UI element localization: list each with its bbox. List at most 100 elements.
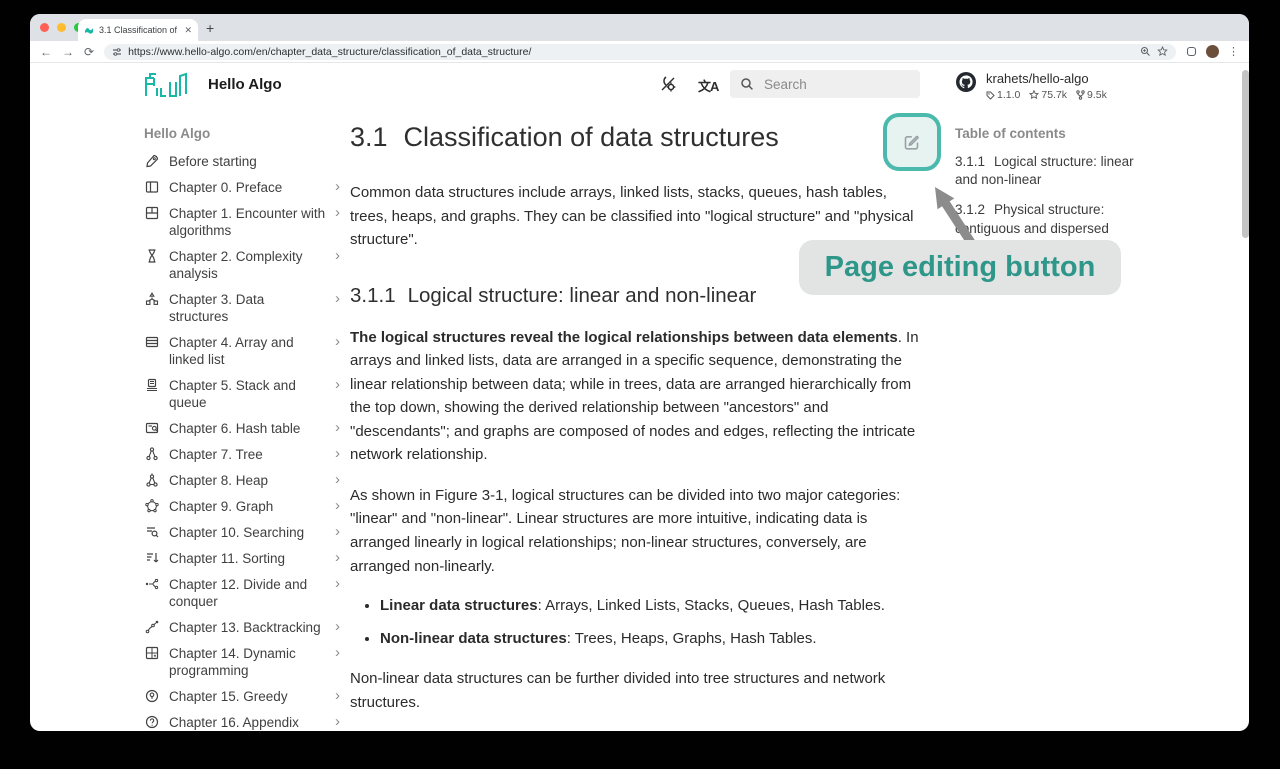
sidebar-item-chapter-15[interactable]: Chapter 15. Greedy: [144, 688, 340, 705]
search-input[interactable]: [762, 76, 892, 93]
url-bar: ← → ⟳ https://www.hello-algo.com/en/chap…: [30, 41, 1249, 63]
zoom-icon[interactable]: [1140, 46, 1151, 57]
github-repo-link[interactable]: krahets/hello-algo 1.1.0 75.7k 9.5k: [955, 71, 1107, 101]
nodes-icon: [144, 291, 160, 307]
address-bar[interactable]: https://www.hello-algo.com/en/chapter_da…: [104, 44, 1176, 60]
tab-strip: 3.1 Classification of data stru: [30, 14, 1249, 41]
site-header: Hello Algo krahets/hello-algo 1.1.0 75.7…: [30, 64, 1249, 106]
minimize-window-button[interactable]: [57, 23, 66, 32]
chevron-right-icon[interactable]: [335, 291, 340, 306]
profile-avatar[interactable]: [1206, 45, 1219, 58]
edit-page-icon: [901, 131, 923, 153]
toc-title: Table of contents: [955, 126, 1137, 141]
annotation-label: Page editing button: [825, 251, 1096, 284]
bookmark-star-icon[interactable]: [1157, 46, 1168, 57]
chrome-actions: [1186, 45, 1239, 58]
search-box[interactable]: [730, 70, 920, 98]
chevron-right-icon[interactable]: [335, 524, 340, 539]
repo-stars: 75.7k: [1041, 89, 1067, 101]
chevron-right-icon[interactable]: [335, 205, 340, 220]
chevron-right-icon[interactable]: [335, 714, 340, 729]
sidebar-item-chapter-8[interactable]: Chapter 8. Heap: [144, 472, 340, 489]
sidebar-item-chapter-10[interactable]: Chapter 10. Searching: [144, 524, 340, 541]
hello-algo-logo[interactable]: [144, 70, 188, 100]
sidebar-item-chapter-5[interactable]: Chapter 5. Stack and queue: [144, 377, 340, 411]
sidebar-item-chapter-14[interactable]: Chapter 14. Dynamic programming: [144, 645, 340, 679]
repo-stats: 1.1.0 75.7k 9.5k: [986, 89, 1107, 101]
hash-search-icon: [144, 420, 160, 436]
fork-icon: [1076, 90, 1085, 100]
chevron-right-icon[interactable]: [335, 576, 340, 591]
sidebar-item-chapter-13[interactable]: Chapter 13. Backtracking: [144, 619, 340, 636]
edit-page-button[interactable]: [883, 113, 941, 171]
forward-icon[interactable]: →: [62, 46, 74, 58]
sidebar-section-title: Hello Algo: [144, 126, 340, 141]
hourglass-icon: [144, 248, 160, 264]
chevron-right-icon[interactable]: [335, 472, 340, 487]
repo-name[interactable]: krahets/hello-algo: [986, 71, 1107, 86]
backtrack-icon: [144, 619, 160, 635]
greedy-icon: [144, 688, 160, 704]
sidebar-item-chapter-0[interactable]: Chapter 0. Preface: [144, 179, 340, 196]
tab-close-icon[interactable]: [184, 25, 192, 36]
annotation-callout: Page editing button: [799, 240, 1121, 295]
new-tab-button[interactable]: [206, 20, 214, 36]
heap-icon: [144, 472, 160, 488]
search-lines-icon: [144, 524, 160, 540]
star-icon: [1029, 90, 1039, 100]
paragraph: The logical structures reveal the logica…: [350, 326, 928, 467]
sidebar-item-chapter-4[interactable]: Chapter 4. Array and linked list: [144, 334, 340, 368]
sidebar-item-chapter-11[interactable]: Chapter 11. Sorting: [144, 550, 340, 567]
extensions-icon[interactable]: [1186, 46, 1197, 57]
favicon: [84, 25, 94, 35]
stack-icon: [144, 377, 160, 393]
chevron-right-icon[interactable]: [335, 498, 340, 513]
sidebar-item-chapter-2[interactable]: Chapter 2. Complexity analysis: [144, 248, 340, 282]
tab-title: 3.1 Classification of data stru: [99, 25, 179, 35]
sort-icon: [144, 550, 160, 566]
table-icon: [144, 334, 160, 350]
sidebar-item-chapter-3[interactable]: Chapter 3. Data structures: [144, 291, 340, 325]
sidebar-item-chapter-12[interactable]: Chapter 12. Divide and conquer: [144, 576, 340, 610]
chevron-right-icon[interactable]: [335, 619, 340, 634]
translate-icon[interactable]: [698, 76, 718, 95]
sidebar-item-chapter-7[interactable]: Chapter 7. Tree: [144, 446, 340, 463]
page-scrollbar-thumb[interactable]: [1242, 70, 1249, 238]
chevron-right-icon[interactable]: [335, 334, 340, 349]
image-grid-icon: [144, 205, 160, 221]
github-icon: [955, 71, 977, 93]
chevron-right-icon[interactable]: [335, 248, 340, 263]
browser-tab[interactable]: 3.1 Classification of data stru: [78, 19, 198, 41]
list-item: Linear data structures: Arrays, Linked L…: [380, 595, 928, 618]
site-settings-icon[interactable]: [112, 47, 122, 57]
repo-forks: 9.5k: [1087, 89, 1107, 101]
chevron-right-icon[interactable]: [335, 446, 340, 461]
question-icon: [144, 714, 160, 730]
dp-grid-icon: [144, 645, 160, 661]
browser-window: 3.1 Classification of data stru ← → ⟳ ht…: [30, 14, 1249, 731]
chevron-right-icon[interactable]: [335, 645, 340, 660]
repo-version: 1.1.0: [997, 89, 1020, 101]
window-controls[interactable]: [40, 23, 83, 32]
sidebar-item-chapter-16[interactable]: Chapter 16. Appendix: [144, 714, 340, 731]
sidebar-item-before-starting[interactable]: Before starting: [144, 153, 340, 170]
site-title[interactable]: Hello Algo: [208, 76, 282, 93]
reload-icon[interactable]: ⟳: [84, 46, 94, 58]
url-text[interactable]: https://www.hello-algo.com/en/chapter_da…: [128, 46, 1134, 58]
divide-icon: [144, 576, 160, 592]
sidebar-item-chapter-6[interactable]: Chapter 6. Hash table: [144, 420, 340, 437]
search-icon: [740, 77, 754, 91]
sidebar-nav: Hello Algo Before starting Chapter 0. Pr…: [144, 126, 340, 731]
sidebar-item-chapter-9[interactable]: Chapter 9. Graph: [144, 498, 340, 515]
tag-icon: [986, 91, 995, 100]
close-window-button[interactable]: [40, 23, 49, 32]
chevron-right-icon[interactable]: [335, 420, 340, 435]
chevron-right-icon[interactable]: [335, 179, 340, 194]
sidebar-item-chapter-1[interactable]: Chapter 1. Encounter with algorithms: [144, 205, 340, 239]
chevron-right-icon[interactable]: [335, 377, 340, 392]
chevron-right-icon[interactable]: [335, 550, 340, 565]
browser-menu-icon[interactable]: [1228, 45, 1239, 58]
back-icon[interactable]: ←: [40, 46, 52, 58]
theme-toggle-icon[interactable]: [658, 74, 678, 94]
chevron-right-icon[interactable]: [335, 688, 340, 703]
